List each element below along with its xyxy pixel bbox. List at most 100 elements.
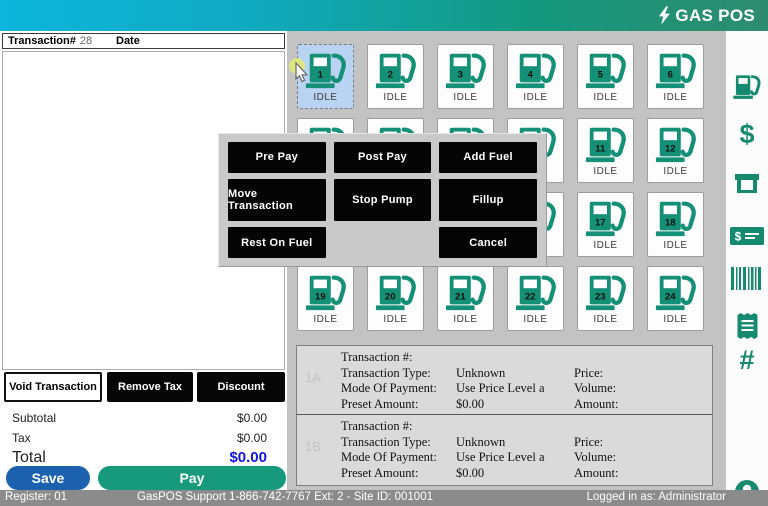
fuel-info-right-label: Amount:: [574, 397, 712, 413]
svg-text:2: 2: [387, 70, 392, 81]
fuel-info-label: Mode Of Payment:: [341, 381, 456, 397]
sidebar-receipt-button[interactable]: [726, 313, 768, 339]
menu-button-rest-on-fuel[interactable]: Rest On Fuel: [228, 227, 326, 258]
brand-name: GAS POS: [675, 6, 755, 26]
fuel-info-label: Transaction #:: [341, 350, 456, 366]
menu-button-fillup[interactable]: Fillup: [439, 179, 537, 222]
svg-text:4: 4: [527, 70, 533, 81]
fuel-pump-icon: 3: [444, 50, 488, 90]
discount-button[interactable]: Discount: [197, 372, 285, 402]
pump-status: IDLE: [313, 314, 337, 325]
menu-spacer: [334, 227, 432, 258]
svg-text:6: 6: [667, 70, 672, 81]
pump-status: IDLE: [663, 166, 687, 177]
pump-button-17[interactable]: 17 IDLE: [577, 192, 634, 257]
menu-button-move-transaction[interactable]: Move Transaction: [228, 179, 326, 222]
hash-icon: #: [739, 347, 754, 373]
store-icon: [734, 171, 760, 195]
pump-button-12[interactable]: 12 IDLE: [647, 118, 704, 183]
pump-button-20[interactable]: 20 IDLE: [367, 266, 424, 331]
fuel-info-label: Transaction Type:: [341, 435, 456, 451]
svg-text:5: 5: [597, 70, 603, 81]
check-icon: $: [730, 227, 764, 245]
pump-button-18[interactable]: 18 IDLE: [647, 192, 704, 257]
svg-text:$: $: [735, 230, 742, 244]
svg-text:24: 24: [664, 292, 675, 303]
fuel-info-section-1B: 1BTransaction #: Transaction Type: Unkno…: [297, 415, 712, 484]
pump-status: IDLE: [663, 240, 687, 251]
svg-text:23: 23: [594, 292, 605, 303]
pump-button-22[interactable]: 22 IDLE: [507, 266, 564, 331]
pump-button-24[interactable]: 24 IDLE: [647, 266, 704, 331]
fuel-info-value: Unknown: [456, 366, 574, 382]
sidebar-fuel-button[interactable]: [726, 73, 768, 100]
fuel-pump-icon: 12: [654, 124, 698, 164]
fuel-info-right-label: Volume:: [574, 450, 712, 466]
pump-button-2[interactable]: 2 IDLE: [367, 44, 424, 109]
pump-button-3[interactable]: 3 IDLE: [437, 44, 494, 109]
pump-status: IDLE: [383, 314, 407, 325]
transaction-actions: Void Transaction Remove Tax Discount: [0, 372, 287, 402]
top-bar: GAS POS: [0, 0, 768, 31]
sidebar-check-button[interactable]: $: [726, 227, 768, 245]
svg-text:22: 22: [524, 292, 535, 303]
fuel-info-row: Preset Amount: $0.00 Amount:: [341, 397, 712, 413]
subtotal-value: $0.00: [237, 411, 267, 425]
sidebar-store-button[interactable]: [726, 171, 768, 195]
sidebar-hash-button[interactable]: #: [726, 347, 768, 373]
pump-button-21[interactable]: 21 IDLE: [437, 266, 494, 331]
pump-status: IDLE: [593, 314, 617, 325]
fuel-pump-icon: 6: [654, 50, 698, 90]
fuel-pump-icon: 19: [304, 272, 348, 312]
sidebar-barcode-button[interactable]: [726, 267, 768, 290]
pump-button-5[interactable]: 5 IDLE: [577, 44, 634, 109]
date-label: Date: [116, 35, 140, 47]
menu-button-pre-pay[interactable]: Pre Pay: [228, 142, 326, 173]
fuel-pump-icon: 11: [584, 124, 628, 164]
pump-status: IDLE: [313, 92, 337, 103]
fuel-info-label: Preset Amount:: [341, 397, 456, 413]
pump-status: IDLE: [663, 92, 687, 103]
void-transaction-button[interactable]: Void Transaction: [4, 372, 102, 402]
fuel-info-row: Mode Of Payment: Use Price Level a Volum…: [341, 381, 712, 397]
status-bar: Register: 01 GasPOS Support 1-866-742-77…: [0, 490, 768, 506]
tax-value: $0.00: [237, 431, 267, 445]
right-sidebar: $ $ #: [726, 31, 768, 490]
support-info: GasPOS Support 1-866-742-7767 Ext: 2 - S…: [137, 491, 433, 503]
fuel-info-right-label: [574, 350, 712, 366]
menu-button-post-pay[interactable]: Post Pay: [334, 142, 432, 173]
fuel-pump-icon: 5: [584, 50, 628, 90]
fuel-info-value: Use Price Level a: [456, 381, 574, 397]
fuel-pump-icon: 4: [514, 50, 558, 90]
fuel-info-label: Transaction Type:: [341, 366, 456, 382]
pump-status: IDLE: [593, 166, 617, 177]
fuel-pump-icon: [732, 73, 762, 100]
transaction-header: Transaction# 28 Date: [2, 33, 285, 49]
pump-status: IDLE: [523, 92, 547, 103]
fuel-info-right-label: Amount:: [574, 466, 712, 482]
fuel-transaction-info: 1ATransaction #: Transaction Type: Unkno…: [296, 345, 713, 486]
barcode-icon: [731, 267, 763, 290]
total-label: Total: [12, 449, 46, 467]
menu-button-cancel[interactable]: Cancel: [439, 227, 537, 258]
pump-button-23[interactable]: 23 IDLE: [577, 266, 634, 331]
register-label: Register: 01: [5, 491, 67, 503]
menu-button-add-fuel[interactable]: Add Fuel: [439, 142, 537, 173]
remove-tax-button[interactable]: Remove Tax: [107, 372, 193, 402]
pump-button-19[interactable]: 19 IDLE: [297, 266, 354, 331]
menu-button-stop-pump[interactable]: Stop Pump: [334, 179, 432, 222]
svg-text:19: 19: [314, 292, 325, 303]
receipt-icon: [736, 313, 759, 339]
transaction-number: 28: [80, 35, 92, 47]
pump-button-4[interactable]: 4 IDLE: [507, 44, 564, 109]
fuel-info-value: [456, 419, 574, 435]
sidebar-cash-button[interactable]: $: [726, 121, 768, 147]
pump-button-1[interactable]: 1 IDLE: [297, 44, 354, 109]
save-button[interactable]: Save: [6, 466, 90, 490]
pump-action-menu: Pre Pay Post PayAdd Fuel Move TransactionS…: [218, 133, 547, 267]
pump-button-11[interactable]: 11 IDLE: [577, 118, 634, 183]
fuel-info-row: Transaction #:: [341, 419, 712, 435]
pay-button[interactable]: Pay: [98, 466, 286, 490]
pump-button-6[interactable]: 6 IDLE: [647, 44, 704, 109]
svg-text:20: 20: [384, 292, 395, 303]
